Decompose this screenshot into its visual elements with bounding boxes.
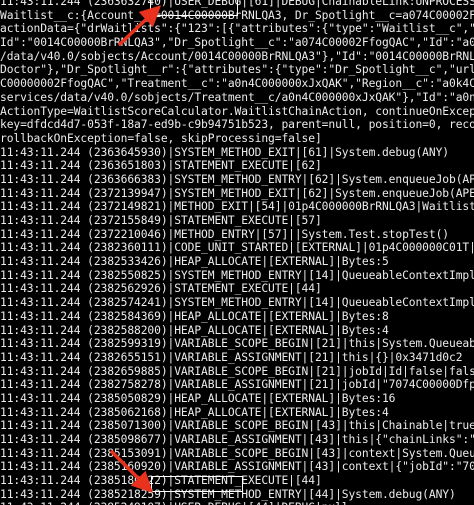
log-line: 11:43:11.244 (2382533426)|HEAP_ALLOCATE|… (0, 255, 389, 269)
log-line: 11:43:11.244 (2363666383)|SYSTEM_METHOD_… (0, 172, 474, 186)
log-line: 11:43:11.244 (2363632740)|USER_DEBUG|[61… (0, 0, 474, 8)
log-line: 11:43:11.244 (2382655151)|VARIABLE_ASSIG… (0, 350, 463, 364)
log-line: 11:43:11.244 (2385180522)|STATEMENT_EXEC… (0, 474, 322, 488)
log-line: Doctor"},"Dr_Spotlight__r":{"attributes"… (0, 63, 474, 77)
log-line: ActionType=WaitlistScoreCalculator.Waitl… (0, 104, 474, 118)
debug-log-viewer[interactable]: 11:43:11.244 (2363632740)|USER_DEBUG|[61… (0, 0, 474, 505)
log-line: 11:43:11.244 (2382550825)|SYSTEM_METHOD_… (0, 268, 474, 282)
log-line: 11:43:11.244 (2385153091)|VARIABLE_SCOPE… (0, 446, 474, 460)
log-line: 11:43:11.244 (2385062168)|HEAP_ALLOCATE|… (0, 405, 389, 419)
log-line: 11:43:11.244 (2382659885)|VARIABLE_SCOPE… (0, 364, 474, 378)
log-line: 11:43:11.244 (2382562926)|STATEMENT_EXEC… (0, 282, 322, 296)
log-line: C00000002FfogQAC","Treatment__c":"a0n4C0… (0, 77, 474, 91)
log-line: 11:43:11.244 (2372210046)|METHOD_ENTRY|[… (0, 227, 449, 241)
log-line: 11:43:11.244 (2372139947)|SYSTEM_METHOD_… (0, 186, 474, 200)
log-line: key=dfdcd4d7-053f-18a7-ed9b-c9b94751b523… (0, 118, 474, 132)
log-line: 11:43:11.244 (2382584369)|HEAP_ALLOCATE|… (0, 309, 389, 323)
log-line: 11:43:11.244 (2382588200)|HEAP_ALLOCATE|… (0, 323, 389, 337)
log-line: rollbackOnException=false, skipProcessin… (0, 131, 322, 145)
log-lines: 11:43:11.244 (2363632740)|USER_DEBUG|[61… (0, 0, 474, 505)
log-line: 11:43:11.244 (2372155849)|STATEMENT_EXEC… (0, 214, 322, 227)
log-line: Id":"0014C00000BrRNLQA3","Dr_Spotlight__… (0, 36, 474, 50)
log-line: 11:43:11.244 (2382599319)|VARIABLE_SCOPE… (0, 337, 474, 351)
log-line: Waitlist__c:{Account__c=0014C00000BrRNLQ… (0, 8, 474, 22)
log-line: 11:43:11.244 (2363651803)|STATEMENT_EXEC… (0, 159, 322, 173)
log-line: 11:43:11.244 (2372149821)|METHOD_EXIT|[5… (0, 200, 474, 214)
log-line: 11:43:11.244 (2385249107)|USER_DEBUG|[44… (0, 501, 474, 505)
log-line: actionData={"drWaitlists":{"123":[{"attr… (0, 22, 474, 36)
log-line: 11:43:11.244 (2385218259)|SYSTEM_METHOD_… (0, 487, 456, 501)
log-line: 11:43:11.244 (2385098677)|VARIABLE_ASSIG… (0, 433, 474, 446)
log-line: 11:43:11.244 (2385071300)|VARIABLE_SCOPE… (0, 419, 474, 433)
log-line: 11:43:11.244 (2382574241)|SYSTEM_METHOD_… (0, 296, 474, 310)
log-line: 11:43:11.244 (2363645930)|SYSTEM_METHOD_… (0, 145, 449, 159)
log-line: 11:43:11.244 (2382758278)|VARIABLE_ASSIG… (0, 378, 474, 392)
log-line: 11:43:11.244 (2385160920)|VARIABLE_ASSIG… (0, 460, 474, 474)
log-line: 11:43:11.244 (2385050829)|HEAP_ALLOCATE|… (0, 391, 396, 405)
log-line: /data/v40.0/sobjects/Account/0014C00000B… (0, 49, 474, 63)
log-line: services/data/v40.0/sobjects/Treatment__… (0, 90, 474, 104)
log-line: 11:43:11.244 (2382360111)|CODE_UNIT_STAR… (0, 241, 474, 255)
